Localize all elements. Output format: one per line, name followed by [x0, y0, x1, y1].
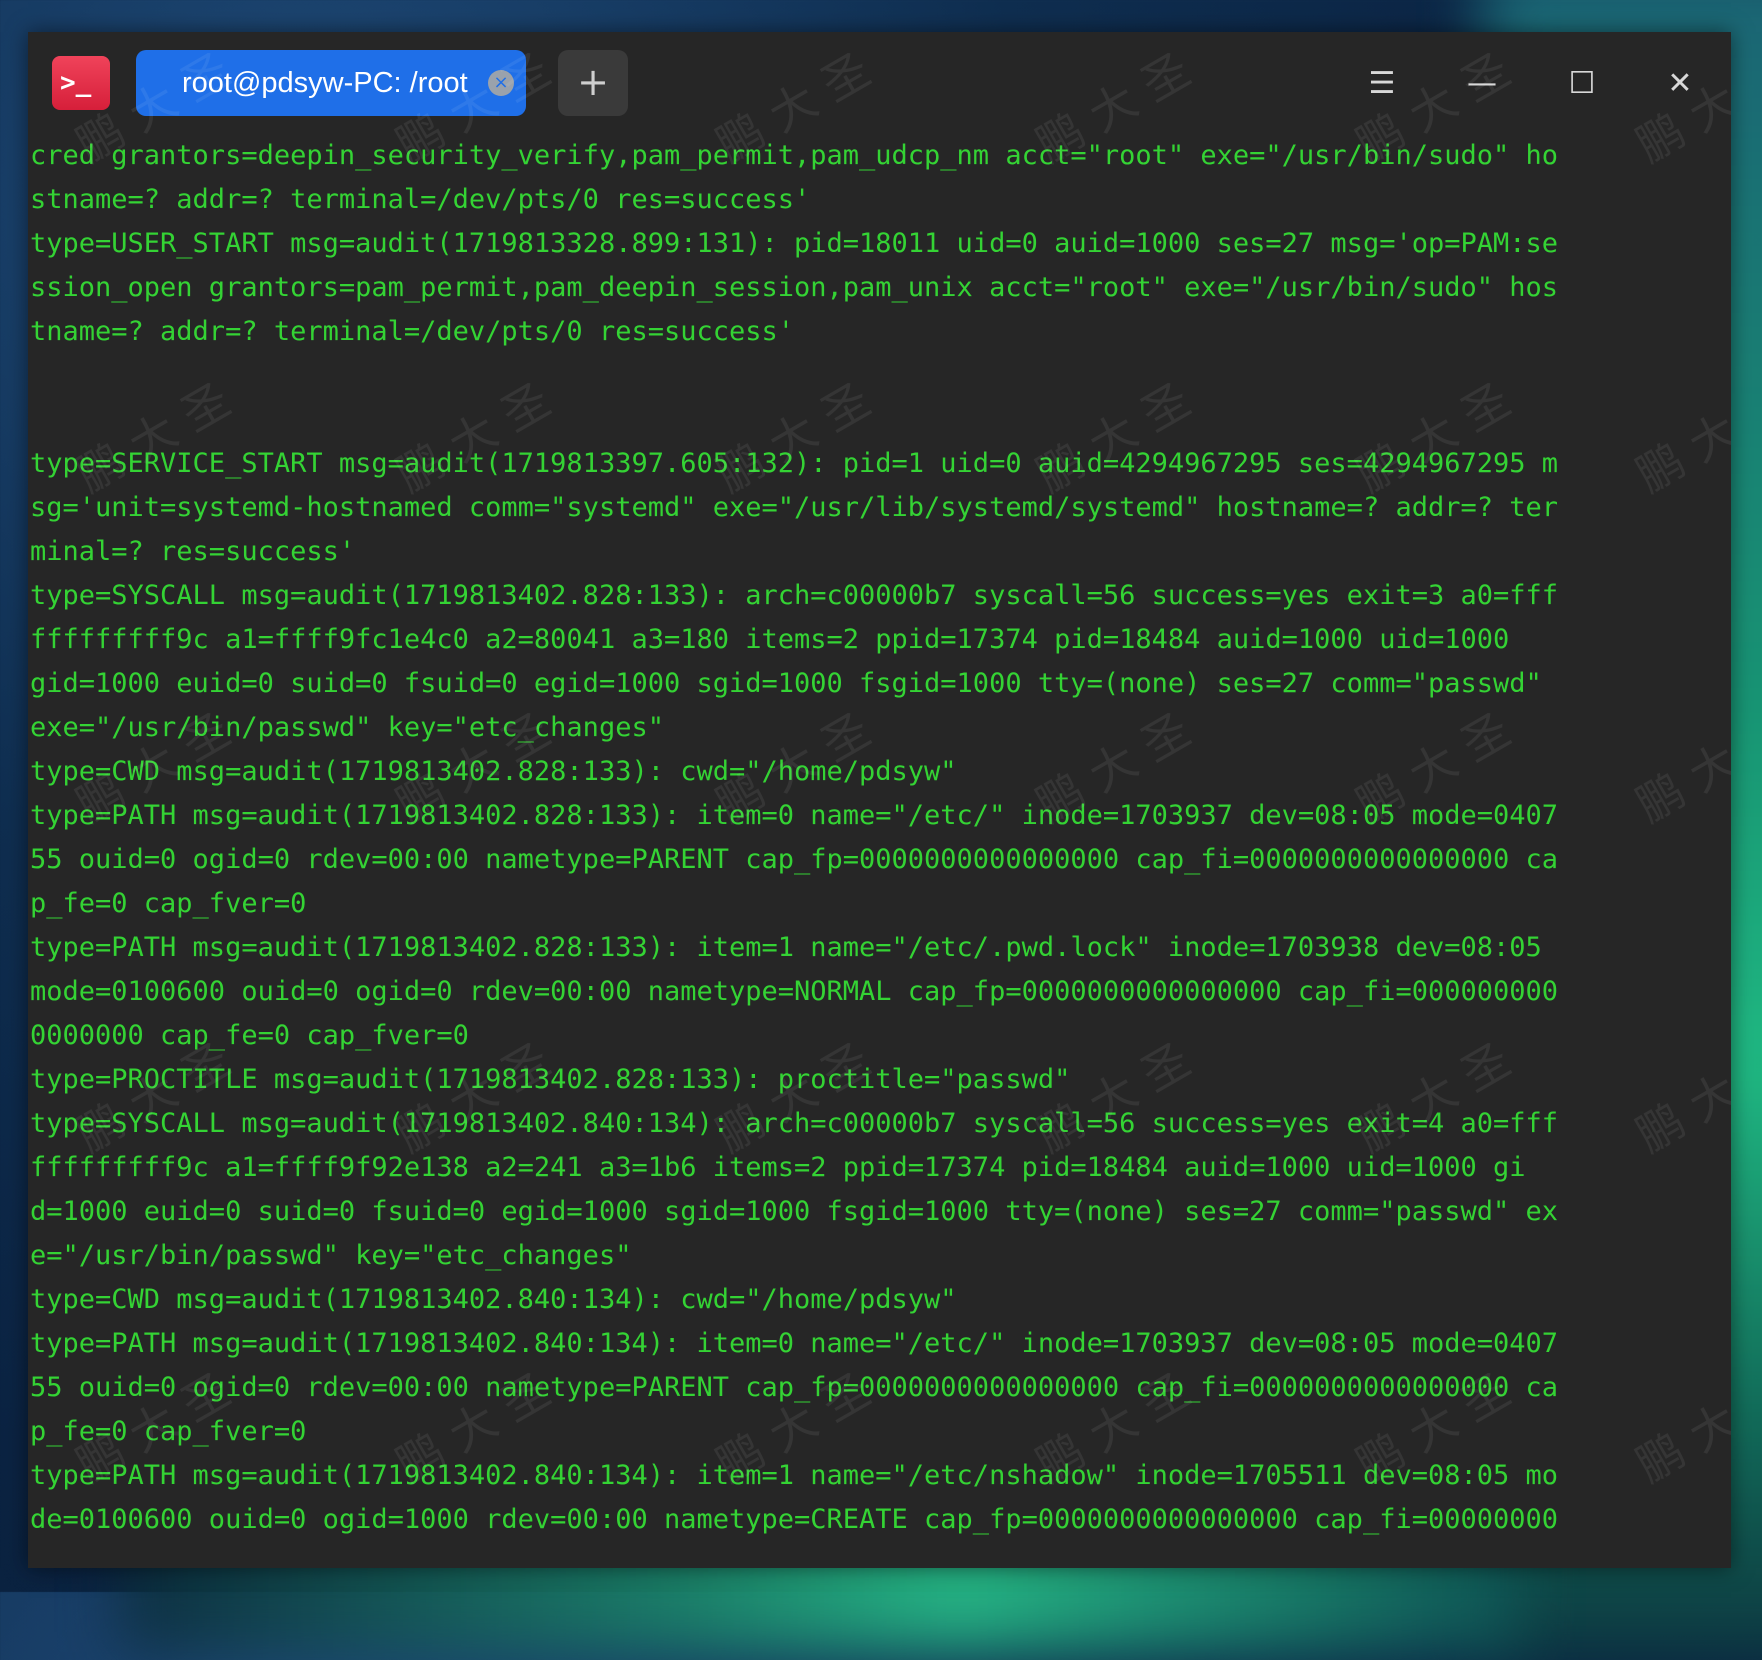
close-icon[interactable]: ✕: [1658, 62, 1702, 106]
terminal-line: 55 ouid=0 ogid=0 rdev=00:00 nametype=PAR…: [30, 1372, 1559, 1403]
new-tab-button[interactable]: +: [558, 50, 628, 116]
terminal-line: p_fe=0 cap_fver=0: [30, 1416, 307, 1447]
terminal-line: type=USER_START msg=audit(1719813328.899…: [30, 228, 1559, 259]
terminal-icon[interactable]: >_: [52, 56, 110, 110]
terminal-line: de=0100600 ouid=0 ogid=1000 rdev=00:00 n…: [30, 1504, 1559, 1535]
maximize-icon[interactable]: ☐: [1560, 62, 1604, 106]
tab-root-session[interactable]: root@pdsyw-PC: /root ×: [136, 50, 526, 116]
terminal-line: minal=? res=success': [30, 536, 356, 567]
terminal-line: sg='unit=systemd-hostnamed comm="systemd…: [30, 492, 1559, 523]
terminal-line: 0000000 cap_fe=0 cap_fver=0: [30, 1020, 469, 1051]
terminal-window: >_ root@pdsyw-PC: /root × + ☰ — ☐ ✕ cred…: [28, 32, 1731, 1568]
terminal-line: type=SYSCALL msg=audit(1719813402.828:13…: [30, 580, 1559, 611]
terminal-line: type=CWD msg=audit(1719813402.840:134): …: [30, 1284, 957, 1315]
terminal-line: mode=0100600 ouid=0 ogid=0 rdev=00:00 na…: [30, 976, 1559, 1007]
terminal-line: exe="/usr/bin/passwd" key="etc_changes": [30, 712, 664, 743]
terminal-line: type=CWD msg=audit(1719813402.828:133): …: [30, 756, 957, 787]
hamburger-menu-icon[interactable]: ☰: [1360, 62, 1404, 106]
terminal-line: e="/usr/bin/passwd" key="etc_changes": [30, 1240, 632, 1271]
titlebar: >_ root@pdsyw-PC: /root × + ☰ — ☐ ✕: [28, 32, 1731, 134]
terminal-line: type=SERVICE_START msg=audit(1719813397.…: [30, 448, 1559, 479]
terminal-line: ssion_open grantors=pam_permit,pam_deepi…: [30, 272, 1559, 303]
terminal-line: 55 ouid=0 ogid=0 rdev=00:00 nametype=PAR…: [30, 844, 1559, 875]
terminal-line: d=1000 euid=0 suid=0 fsuid=0 egid=1000 s…: [30, 1196, 1559, 1227]
tab-close-icon[interactable]: ×: [488, 70, 514, 96]
terminal-output[interactable]: cred grantors=deepin_security_verify,pam…: [28, 134, 1731, 1568]
terminal-line: gid=1000 euid=0 suid=0 fsuid=0 egid=1000…: [30, 668, 1542, 699]
terminal-line: tname=? addr=? terminal=/dev/pts/0 res=s…: [30, 316, 795, 347]
tab-label: root@pdsyw-PC: /root: [182, 67, 468, 99]
terminal-line: fffffffff9c a1=ffff9fc1e4c0 a2=80041 a3=…: [30, 624, 1510, 655]
terminal-line: type=PATH msg=audit(1719813402.828:133):…: [30, 932, 1542, 963]
terminal-line: fffffffff9c a1=ffff9f92e138 a2=241 a3=1b…: [30, 1152, 1526, 1183]
terminal-line: type=PATH msg=audit(1719813402.840:134):…: [30, 1328, 1559, 1359]
terminal-line: type=PATH msg=audit(1719813402.840:134):…: [30, 1460, 1559, 1491]
terminal-line: type=PROCTITLE msg=audit(1719813402.828:…: [30, 1064, 1071, 1095]
terminal-line: type=PATH msg=audit(1719813402.828:133):…: [30, 800, 1559, 831]
minimize-icon[interactable]: —: [1460, 62, 1504, 106]
terminal-line: stname=? addr=? terminal=/dev/pts/0 res=…: [30, 184, 811, 215]
terminal-line: type=SYSCALL msg=audit(1719813402.840:13…: [30, 1108, 1559, 1139]
terminal-line: cred grantors=deepin_security_verify,pam…: [30, 140, 1559, 171]
terminal-line: p_fe=0 cap_fver=0: [30, 888, 307, 919]
